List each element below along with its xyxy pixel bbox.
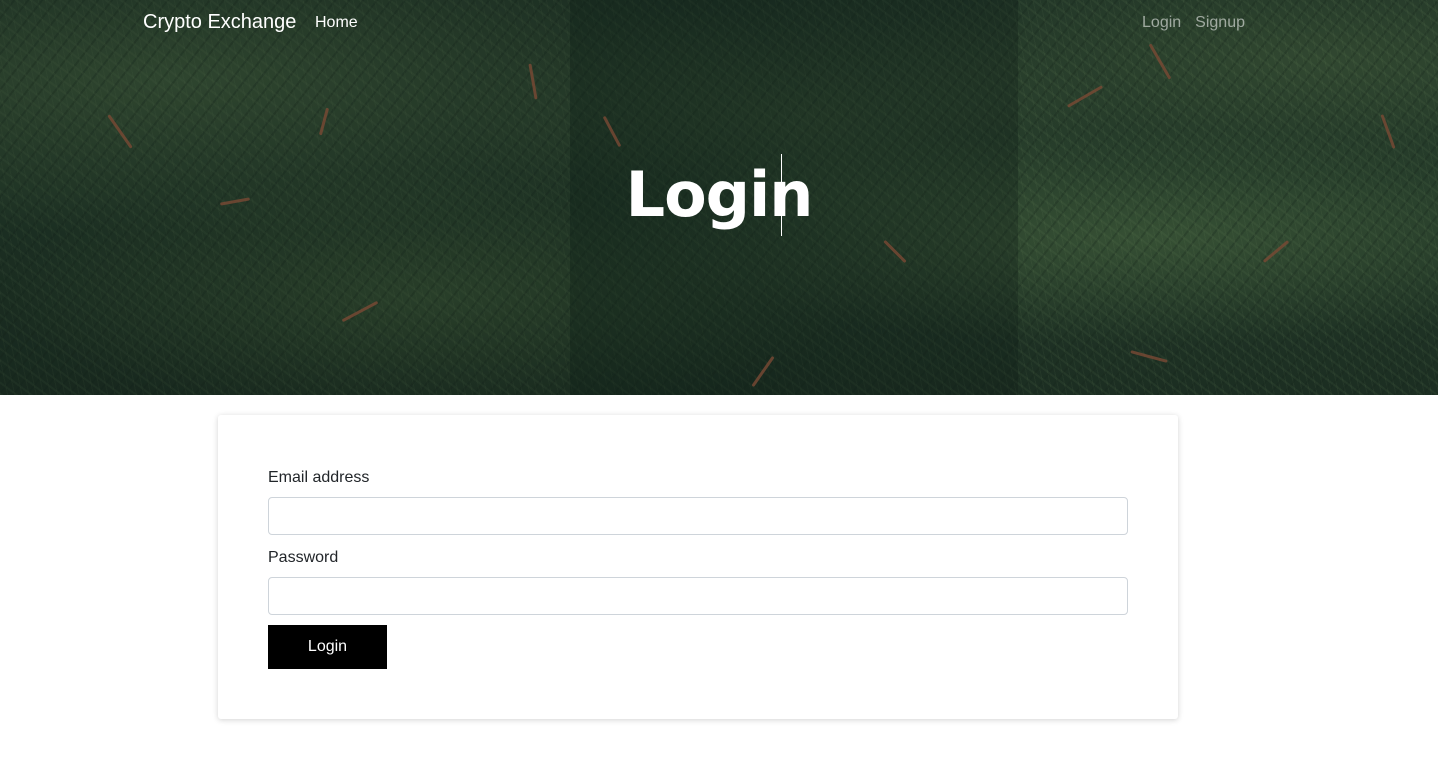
- text-caret: [781, 154, 782, 236]
- page-title: Login: [0, 158, 1438, 231]
- navbar: Crypto Exchange Home Login Signup: [0, 0, 1438, 48]
- email-label: Email address: [268, 469, 370, 486]
- nav-login-link[interactable]: Login: [1142, 14, 1181, 32]
- email-field[interactable]: [268, 497, 1128, 535]
- password-label: Password: [268, 549, 339, 566]
- brand-link[interactable]: Crypto Exchange: [143, 11, 296, 34]
- login-button[interactable]: Login: [268, 625, 387, 669]
- password-field[interactable]: [268, 577, 1128, 615]
- login-card: Email address Password Login: [218, 415, 1178, 719]
- nav-signup-link[interactable]: Signup: [1195, 14, 1245, 32]
- page-title-text: Login: [625, 158, 814, 231]
- hero-banner: Crypto Exchange Home Login Signup Login: [0, 0, 1438, 395]
- nav-home-link[interactable]: Home: [315, 14, 358, 32]
- nav-right-links: Login Signup: [1142, 14, 1245, 32]
